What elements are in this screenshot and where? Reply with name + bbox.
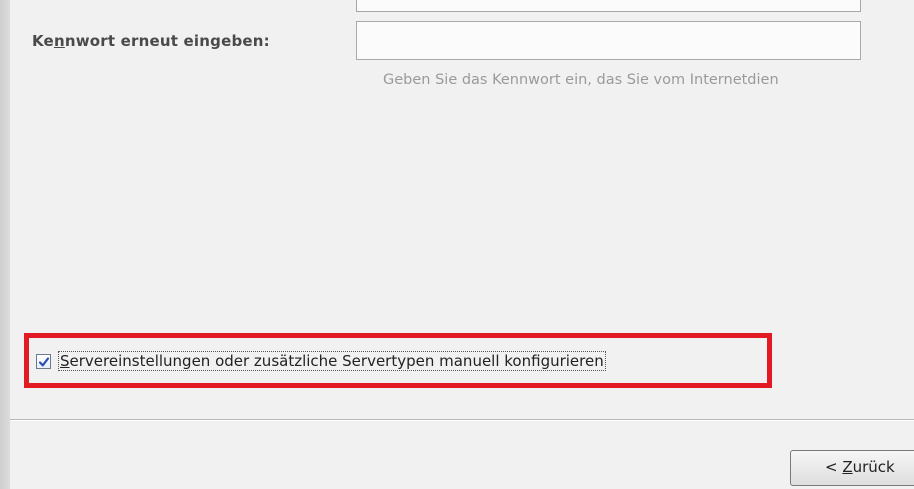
window-frame-edge	[0, 0, 10, 489]
account-setup-dialog: Kennwort erneut eingeben: Geben Sie das …	[10, 0, 914, 489]
back-button[interactable]: < Zurück	[790, 450, 914, 486]
retype-password-field[interactable]	[356, 21, 861, 60]
password-field[interactable]	[356, 0, 861, 12]
password-hint-text: Geben Sie das Kennwort ein, das Sie vom …	[383, 72, 779, 88]
checkmark-icon	[38, 357, 50, 367]
manual-config-label[interactable]: Servereinstellungen oder zusätzliche Ser…	[58, 351, 606, 371]
manual-config-checkbox[interactable]	[36, 354, 51, 369]
footer-divider	[10, 419, 914, 420]
retype-password-label: Kennwort erneut eingeben:	[32, 32, 270, 50]
